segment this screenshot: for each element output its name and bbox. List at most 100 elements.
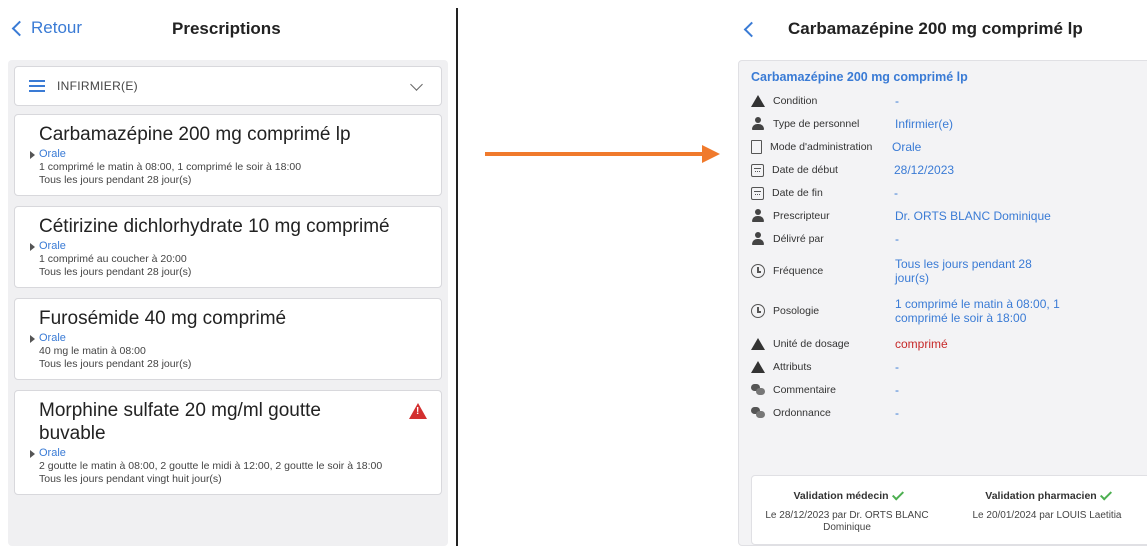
- detail-value: -: [895, 406, 899, 420]
- detail-label: Fréquence: [773, 265, 824, 277]
- detail-value: -: [895, 383, 899, 397]
- check-icon: [891, 488, 904, 501]
- detail-value: Infirmier(e): [895, 117, 954, 131]
- detail-label: Type de personnel: [773, 118, 860, 130]
- detail-value: Tous les jours pendant 28 jour(s): [895, 257, 1032, 285]
- frequency-text: Tous les jours pendant vingt huit jour(s…: [39, 473, 222, 485]
- detail-label: Commentaire: [773, 384, 837, 396]
- detail-row-staff-type: Type de personnel Infirmier(e): [751, 117, 1147, 131]
- calendar-icon: [751, 163, 764, 177]
- calendar-icon: [751, 186, 764, 200]
- detail-value: -: [895, 94, 899, 108]
- alert-icon: !: [409, 403, 427, 419]
- medication-name: Cétirizine dichlorhydrate 10 mg comprimé: [39, 216, 390, 237]
- warning-icon: [751, 95, 765, 107]
- detail-label: Délivré par: [773, 233, 824, 245]
- medication-name: Morphine sulfate 20 mg/ml goutte buvable: [39, 400, 321, 444]
- page-title: Carbamazépine 200 mg comprimé lp: [788, 19, 1083, 38]
- route-expander[interactable]: Orale: [30, 240, 425, 253]
- prescription-card[interactable]: ! Morphine sulfate 20 mg/ml goutte buvab…: [14, 390, 442, 495]
- route-expander[interactable]: Orale: [30, 148, 425, 161]
- detail-label: Prescripteur: [773, 210, 830, 222]
- dosage-text: 2 goutte le matin à 08:00, 2 goutte le m…: [39, 460, 383, 472]
- detail-value: 1 comprimé le matin à 08:00, 1 comprimé …: [895, 297, 1060, 325]
- frequency-text: Tous les jours pendant 28 jour(s): [39, 174, 192, 186]
- detail-value: -: [895, 232, 899, 246]
- medication-name: Carbamazépine 200 mg comprimé lp: [39, 124, 351, 145]
- header-bar: Carbamazépine 200 mg comprimé lp: [730, 0, 1147, 60]
- warning-icon: [751, 361, 765, 373]
- route-expander[interactable]: Orale: [30, 332, 425, 345]
- detail-value: Orale: [892, 140, 922, 154]
- detail-label: Mode d'administration: [770, 141, 873, 153]
- prescriptions-list-screen: Retour Prescriptions INFIRMIER(E) Carbam…: [0, 0, 458, 546]
- detail-label: Attributs: [773, 361, 812, 373]
- validation-title: Validation pharmacien: [985, 490, 1097, 502]
- detail-row-prescription: Ordonnance -: [751, 406, 1147, 420]
- check-icon: [1099, 488, 1112, 501]
- back-label: Retour: [31, 18, 83, 37]
- drug-name: Carbamazépine 200 mg comprimé lp: [751, 70, 968, 84]
- clock-icon: [751, 264, 765, 278]
- doctor-validation: Validation médecin Le 28/12/2023 par Dr.…: [752, 486, 942, 534]
- clock-icon: [751, 304, 765, 318]
- frequency-text: Tous les jours pendant 28 jour(s): [39, 358, 192, 370]
- detail-row-attributes: Attributs -: [751, 360, 1147, 374]
- prescription-list: INFIRMIER(E) Carbamazépine 200 mg compri…: [8, 60, 448, 546]
- divider: [456, 8, 458, 546]
- page-title: Prescriptions: [172, 19, 281, 38]
- detail-row-start-date: Date de début 28/12/2023: [751, 163, 1147, 177]
- detail-label: Date de début: [772, 164, 838, 176]
- medication-name: Furosémide 40 mg comprimé: [39, 308, 287, 329]
- detail-value: 28/12/2023: [894, 163, 955, 177]
- detail-row-dosage-unit: Unité de dosage comprimé: [751, 337, 1147, 351]
- detail-panel: Carbamazépine 200 mg comprimé lp Conditi…: [738, 60, 1147, 546]
- detail-row-comment: Commentaire -: [751, 383, 1147, 397]
- header-bar: Retour Prescriptions: [0, 0, 456, 60]
- person-icon: [751, 232, 765, 246]
- comment-icon: [751, 406, 765, 420]
- detail-row-end-date: Date de fin -: [751, 186, 1147, 200]
- route-expander[interactable]: Orale: [30, 447, 425, 460]
- chevron-left-icon: [11, 20, 28, 37]
- detail-row-posology: Posologie 1 comprimé le matin à 08:00, 1…: [751, 297, 1147, 325]
- detail-label: Posologie: [773, 305, 820, 317]
- back-button[interactable]: [743, 21, 760, 38]
- detail-label: Condition: [773, 95, 818, 107]
- detail-row-delivered-by: Délivré par -: [751, 232, 1147, 246]
- comment-icon: [751, 383, 765, 397]
- dosage-text: 1 comprimé au coucher à 20:00: [39, 253, 187, 265]
- detail-row-frequency: Fréquence Tous les jours pendant 28 jour…: [751, 257, 1147, 285]
- prescription-detail-screen: Carbamazépine 200 mg comprimé lp Carbama…: [730, 0, 1147, 546]
- dosage-text: 40 mg le matin à 08:00: [39, 345, 146, 357]
- detail-value: Dr. ORTS BLANC Dominique: [895, 209, 1051, 223]
- prescription-card[interactable]: Carbamazépine 200 mg comprimé lp Orale 1…: [14, 114, 442, 196]
- detail-value: -: [894, 186, 898, 200]
- person-icon: [751, 117, 765, 131]
- detail-value: comprimé: [895, 337, 948, 351]
- detail-row-admin-mode: Mode d'administration Orale: [751, 140, 1147, 154]
- document-icon: [751, 140, 762, 154]
- dosage-text: 1 comprimé le matin à 08:00, 1 comprimé …: [39, 161, 302, 173]
- warning-icon: [751, 338, 765, 350]
- detail-row-condition: Condition -: [751, 94, 1147, 108]
- arrow-right-icon: [702, 145, 720, 163]
- prescription-card[interactable]: Cétirizine dichlorhydrate 10 mg comprimé…: [14, 206, 442, 288]
- detail-label: Unité de dosage: [773, 338, 850, 350]
- chevron-down-icon: [410, 77, 423, 91]
- arrow-line: [485, 152, 705, 156]
- validation-text: Le 28/12/2023 par Dr. ORTS BLANC Dominiq…: [765, 510, 929, 533]
- detail-value: -: [895, 360, 899, 374]
- validation-text: Le 20/01/2024 par LOUIS Laetitia: [972, 510, 1122, 521]
- doctor-icon: [751, 209, 765, 223]
- staff-type-dropdown[interactable]: INFIRMIER(E): [14, 66, 442, 106]
- validation-title: Validation médecin: [793, 490, 889, 502]
- dropdown-value: INFIRMIER(E): [57, 79, 138, 93]
- list-icon: [29, 80, 45, 92]
- pharmacist-validation: Validation pharmacien Le 20/01/2024 par …: [952, 486, 1142, 522]
- detail-label: Date de fin: [772, 187, 823, 199]
- frequency-text: Tous les jours pendant 28 jour(s): [39, 266, 192, 278]
- back-button[interactable]: Retour: [11, 18, 83, 38]
- prescription-card[interactable]: Furosémide 40 mg comprimé Orale 40 mg le…: [14, 298, 442, 380]
- validation-box: Validation médecin Le 28/12/2023 par Dr.…: [751, 475, 1147, 545]
